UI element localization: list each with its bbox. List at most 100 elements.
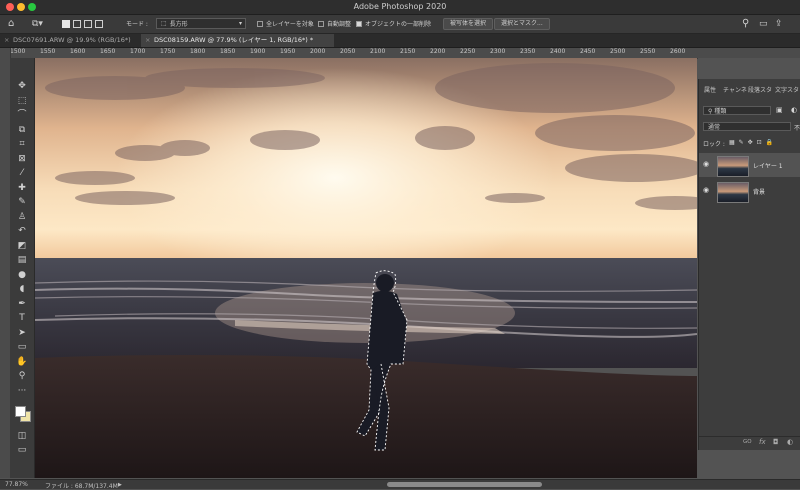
blend-mode-select[interactable]: 通常 [703, 122, 791, 131]
clone-stamp-tool[interactable]: ♙ [15, 211, 29, 223]
crop-tool[interactable]: ⌗ [15, 138, 29, 150]
toolbar: ✥ ⬚ ⌒ ⧉ ⌗ ⊠ ⁄ ✚ ✎ ♙ ↶ ◩ ▤ ● ◖ ✒ T ➤ ▭ ✋ ⚲ ··· ◫ ▭ [10, 58, 35, 478]
marquee-tool[interactable]: ⬚ [15, 95, 29, 107]
ruler-tick: 1550 [40, 48, 56, 55]
ruler-tick: 2450 [580, 48, 596, 55]
eye-icon[interactable]: ◉ [703, 160, 709, 168]
lock-all-icon[interactable]: 🔒 [766, 139, 773, 148]
tab-properties[interactable]: 属性 [704, 85, 716, 94]
select-subject-button[interactable]: 被写体を選択 [443, 17, 494, 30]
mode-label: モード : [126, 21, 148, 28]
ruler-tick: 2500 [610, 48, 626, 55]
title-bar: Adobe Photoshop 2020 [0, 0, 800, 15]
brush-tool[interactable]: ✎ [15, 196, 29, 208]
workspace-icon[interactable]: ▭ [759, 18, 768, 29]
tab-dsc08159[interactable]: × DSC08159.ARW @ 77.9% (レイヤー 1, RGB/16*)… [141, 34, 334, 47]
share-icon[interactable]: ⇪ [775, 18, 783, 29]
history-brush-tool[interactable]: ↶ [15, 225, 29, 237]
eraser-tool[interactable]: ◩ [15, 240, 29, 252]
ruler-tick: 2150 [400, 48, 416, 55]
filter-adjustment-icon[interactable]: ◐ [791, 106, 797, 114]
link-icon[interactable]: GO [743, 439, 752, 445]
ruler-tick: 2300 [490, 48, 506, 55]
more-tools[interactable]: ··· [15, 385, 29, 397]
panel-bottom-strip [698, 450, 800, 478]
ruler-tick: 1800 [190, 48, 206, 55]
panel-header-strip [698, 58, 800, 79]
tab-paragraph-styles[interactable]: 段落スタ [748, 85, 772, 94]
pen-tool[interactable]: ✒ [15, 298, 29, 310]
lock-pixels-icon[interactable]: ▦ [729, 139, 735, 148]
tab-character-styles[interactable]: 文字スタ [775, 85, 799, 94]
dodge-tool[interactable]: ◖ [15, 283, 29, 295]
layers-panel: 属性 チャンネ 段落スタ 文字スタ ⚲ 種類 ▣ ◐ 通常 不 ロック : ▦ … [698, 79, 800, 450]
layer-filter-select[interactable]: ⚲ 種類 [703, 106, 771, 115]
ruler-tick: 1750 [160, 48, 176, 55]
screen-mode-icon[interactable]: ▭ [15, 444, 29, 456]
object-select-tool[interactable]: ⧉ [15, 124, 29, 136]
zoom-level[interactable]: 77.87% [5, 481, 28, 488]
lock-position-icon[interactable]: ✥ [748, 139, 753, 148]
opacity-label: 不 [794, 125, 800, 132]
filter-pixel-icon[interactable]: ▣ [776, 106, 783, 114]
ruler-tick: 2550 [640, 48, 656, 55]
object-subtract-checkbox[interactable]: オブジェクトの一部削除 [356, 18, 431, 29]
healing-brush-tool[interactable]: ✚ [15, 182, 29, 194]
hand-tool[interactable]: ✋ [15, 356, 29, 368]
marquee-mode-icon: ⬚ [161, 20, 167, 27]
rectangle-tool[interactable]: ▭ [15, 341, 29, 353]
adjustment-icon[interactable]: ◐ [787, 438, 793, 446]
home-icon[interactable]: ⌂ [8, 18, 14, 29]
fx-icon[interactable]: fx [759, 438, 766, 446]
quick-mask-icon[interactable]: ◫ [15, 430, 29, 442]
eyedropper-tool[interactable]: ⁄ [15, 167, 29, 179]
options-bar: ⌂ ⧉▾ モード : ⬚ 長方形 ▾ 全レイヤーを対象 自動調整 オブジェクトの… [0, 15, 800, 34]
mode-select[interactable]: ⬚ 長方形 ▾ [156, 18, 246, 29]
type-tool[interactable]: T [15, 312, 29, 324]
file-info: ファイル : 68.7M/137.4M [45, 483, 118, 490]
subtract-selection-icon[interactable] [84, 19, 92, 28]
tab-channels[interactable]: チャンネ [723, 85, 747, 94]
select-and-mask-button[interactable]: 選択とマスク... [494, 17, 550, 30]
ruler-tick: 1700 [130, 48, 146, 55]
new-selection-icon[interactable] [62, 19, 70, 28]
blur-tool[interactable]: ● [15, 269, 29, 281]
tool-preset-icon[interactable]: ⧉▾ [32, 18, 43, 29]
ruler-tick: 2600 [670, 48, 686, 55]
document-tabs: × DSC07691.ARW @ 19.9% (RGB/16*) × DSC08… [0, 34, 800, 48]
layers-panel-footer: GO fx ◘ ◐ [699, 436, 800, 449]
ruler-tick: 1950 [280, 48, 296, 55]
document-canvas[interactable] [35, 58, 697, 478]
ruler-tick: 1650 [100, 48, 116, 55]
horizontal-scrollbar[interactable] [387, 482, 542, 487]
gradient-tool[interactable]: ▤ [15, 254, 29, 266]
layer-row[interactable]: ◉ レイヤー 1 [699, 153, 800, 177]
layer-thumbnail [717, 156, 749, 177]
move-tool[interactable]: ✥ [15, 80, 29, 92]
search-icon[interactable]: ⚲ [742, 18, 749, 29]
sample-all-layers-checkbox[interactable]: 全レイヤーを対象 [257, 18, 314, 29]
chevron-down-icon: ▾ [238, 20, 242, 27]
mask-icon[interactable]: ◘ [773, 438, 779, 446]
auto-enhance-checkbox[interactable]: 自動調整 [318, 18, 351, 29]
app-title: Adobe Photoshop 2020 [353, 2, 447, 11]
ruler-tick: 2100 [370, 48, 386, 55]
zoom-tool[interactable]: ⚲ [15, 370, 29, 382]
lasso-tool[interactable]: ⌒ [15, 109, 29, 121]
eye-icon[interactable]: ◉ [703, 186, 709, 194]
ruler-tick: 2000 [310, 48, 326, 55]
lock-paint-icon[interactable]: ✎ [739, 139, 744, 148]
intersect-selection-icon[interactable] [95, 19, 103, 28]
close-tab-icon[interactable]: × [4, 34, 9, 47]
close-tab-icon[interactable]: × [145, 34, 150, 47]
lock-label: ロック : [703, 141, 725, 148]
ruler-tick: 2350 [520, 48, 536, 55]
frame-tool[interactable]: ⊠ [15, 153, 29, 165]
lock-artboard-icon[interactable]: ⊡ [757, 139, 762, 148]
tab-dsc07691[interactable]: × DSC07691.ARW @ 19.9% (RGB/16*) [0, 34, 153, 47]
status-menu-icon[interactable]: ▶ [118, 482, 122, 488]
path-select-tool[interactable]: ➤ [15, 327, 29, 339]
layer-row[interactable]: ◉ 背景 [699, 179, 800, 203]
add-selection-icon[interactable] [73, 19, 81, 28]
foreground-color-swatch[interactable] [15, 406, 26, 417]
